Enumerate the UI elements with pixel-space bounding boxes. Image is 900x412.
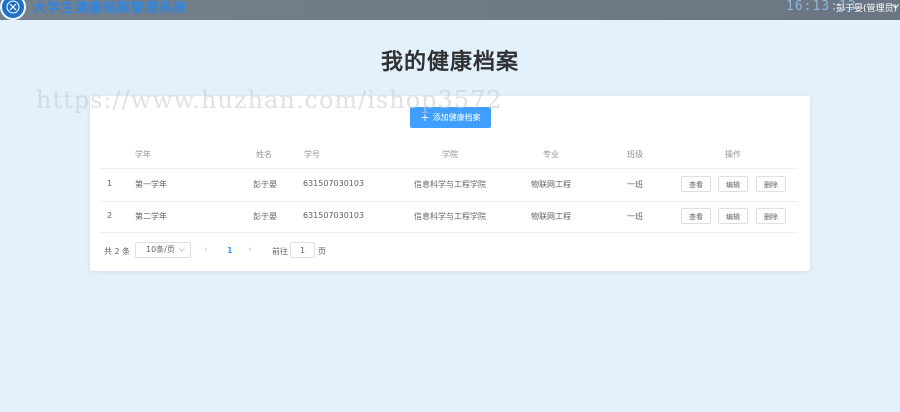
header-class: 班级 bbox=[627, 150, 643, 159]
app-title: 大学生健康档案管理系统 bbox=[33, 1, 188, 16]
row-major: 物联网工程 bbox=[531, 212, 571, 221]
header-name: 姓名 bbox=[256, 150, 272, 159]
row-name: 彭于晏 bbox=[253, 212, 277, 221]
row-name: 彭于晏 bbox=[253, 180, 277, 189]
add-health-record-label: 添加健康档案 bbox=[432, 113, 481, 122]
table-row: 2 第二学年 彭于晏 631507030103 信息科学与工程学院 物联网工程 … bbox=[100, 202, 798, 233]
user-menu[interactable]: 彭于晏(管理员) bbox=[836, 1, 897, 14]
watermark-text: https://www.huzhan.com/ishop3572 bbox=[36, 86, 503, 114]
row-index: 1 bbox=[107, 179, 113, 188]
header-actions: 操作 bbox=[725, 150, 741, 159]
page-title: 我的健康档案 bbox=[380, 50, 519, 75]
header-college: 学院 bbox=[442, 150, 458, 159]
header-major: 专业 bbox=[543, 150, 559, 159]
row-class: 一班 bbox=[627, 180, 643, 189]
table-row: 1 第一学年 彭于晏 631507030103 信息科学与工程学院 物联网工程 … bbox=[100, 169, 798, 202]
header-year: 学年 bbox=[135, 150, 151, 159]
row-year: 第一学年 bbox=[135, 180, 167, 189]
pagination-total: 共 2 条 bbox=[104, 247, 131, 256]
goto-label: 前往 bbox=[272, 247, 288, 256]
pagination: 共 2 条 10条/页 ‹ 1 › 前往 页 bbox=[90, 242, 810, 262]
row-student-id: 631507030103 bbox=[303, 179, 365, 188]
page-size-select[interactable]: 10条/页 bbox=[135, 242, 191, 258]
row-index: 2 bbox=[107, 211, 113, 220]
next-page-button[interactable]: › bbox=[248, 245, 252, 255]
edit-button[interactable]: 编辑 bbox=[718, 176, 748, 192]
page-unit-label: 页 bbox=[318, 247, 326, 256]
top-bar: 大学生健康档案管理系统 16:13:13 彭于晏(管理员) bbox=[0, 0, 900, 20]
row-student-id: 631507030103 bbox=[303, 211, 365, 220]
page-size-value: 10条/页 bbox=[146, 245, 175, 254]
chevron-down-icon[interactable] bbox=[892, 4, 899, 9]
edit-button[interactable]: 编辑 bbox=[718, 208, 748, 224]
table-header: 学年 姓名 学号 学院 专业 班级 操作 bbox=[100, 142, 798, 169]
school-logo-icon bbox=[0, 0, 26, 20]
row-major: 物联网工程 bbox=[531, 180, 571, 189]
view-button[interactable]: 查看 bbox=[681, 208, 711, 224]
row-college: 信息科学与工程学院 bbox=[414, 212, 486, 221]
row-class: 一班 bbox=[627, 212, 643, 221]
records-card: + 添加健康档案 学年 姓名 学号 学院 专业 班级 操作 1 第一学年 彭于晏 … bbox=[90, 96, 810, 271]
prev-page-button[interactable]: ‹ bbox=[204, 245, 208, 255]
row-college: 信息科学与工程学院 bbox=[414, 180, 486, 189]
page-number-current[interactable]: 1 bbox=[227, 246, 233, 255]
header-student-id: 学号 bbox=[304, 150, 320, 159]
delete-button[interactable]: 删除 bbox=[756, 208, 786, 224]
goto-page-input[interactable] bbox=[290, 242, 315, 258]
chevron-down-icon bbox=[179, 248, 185, 252]
view-button[interactable]: 查看 bbox=[681, 176, 711, 192]
row-year: 第二学年 bbox=[135, 212, 167, 221]
delete-button[interactable]: 删除 bbox=[756, 176, 786, 192]
